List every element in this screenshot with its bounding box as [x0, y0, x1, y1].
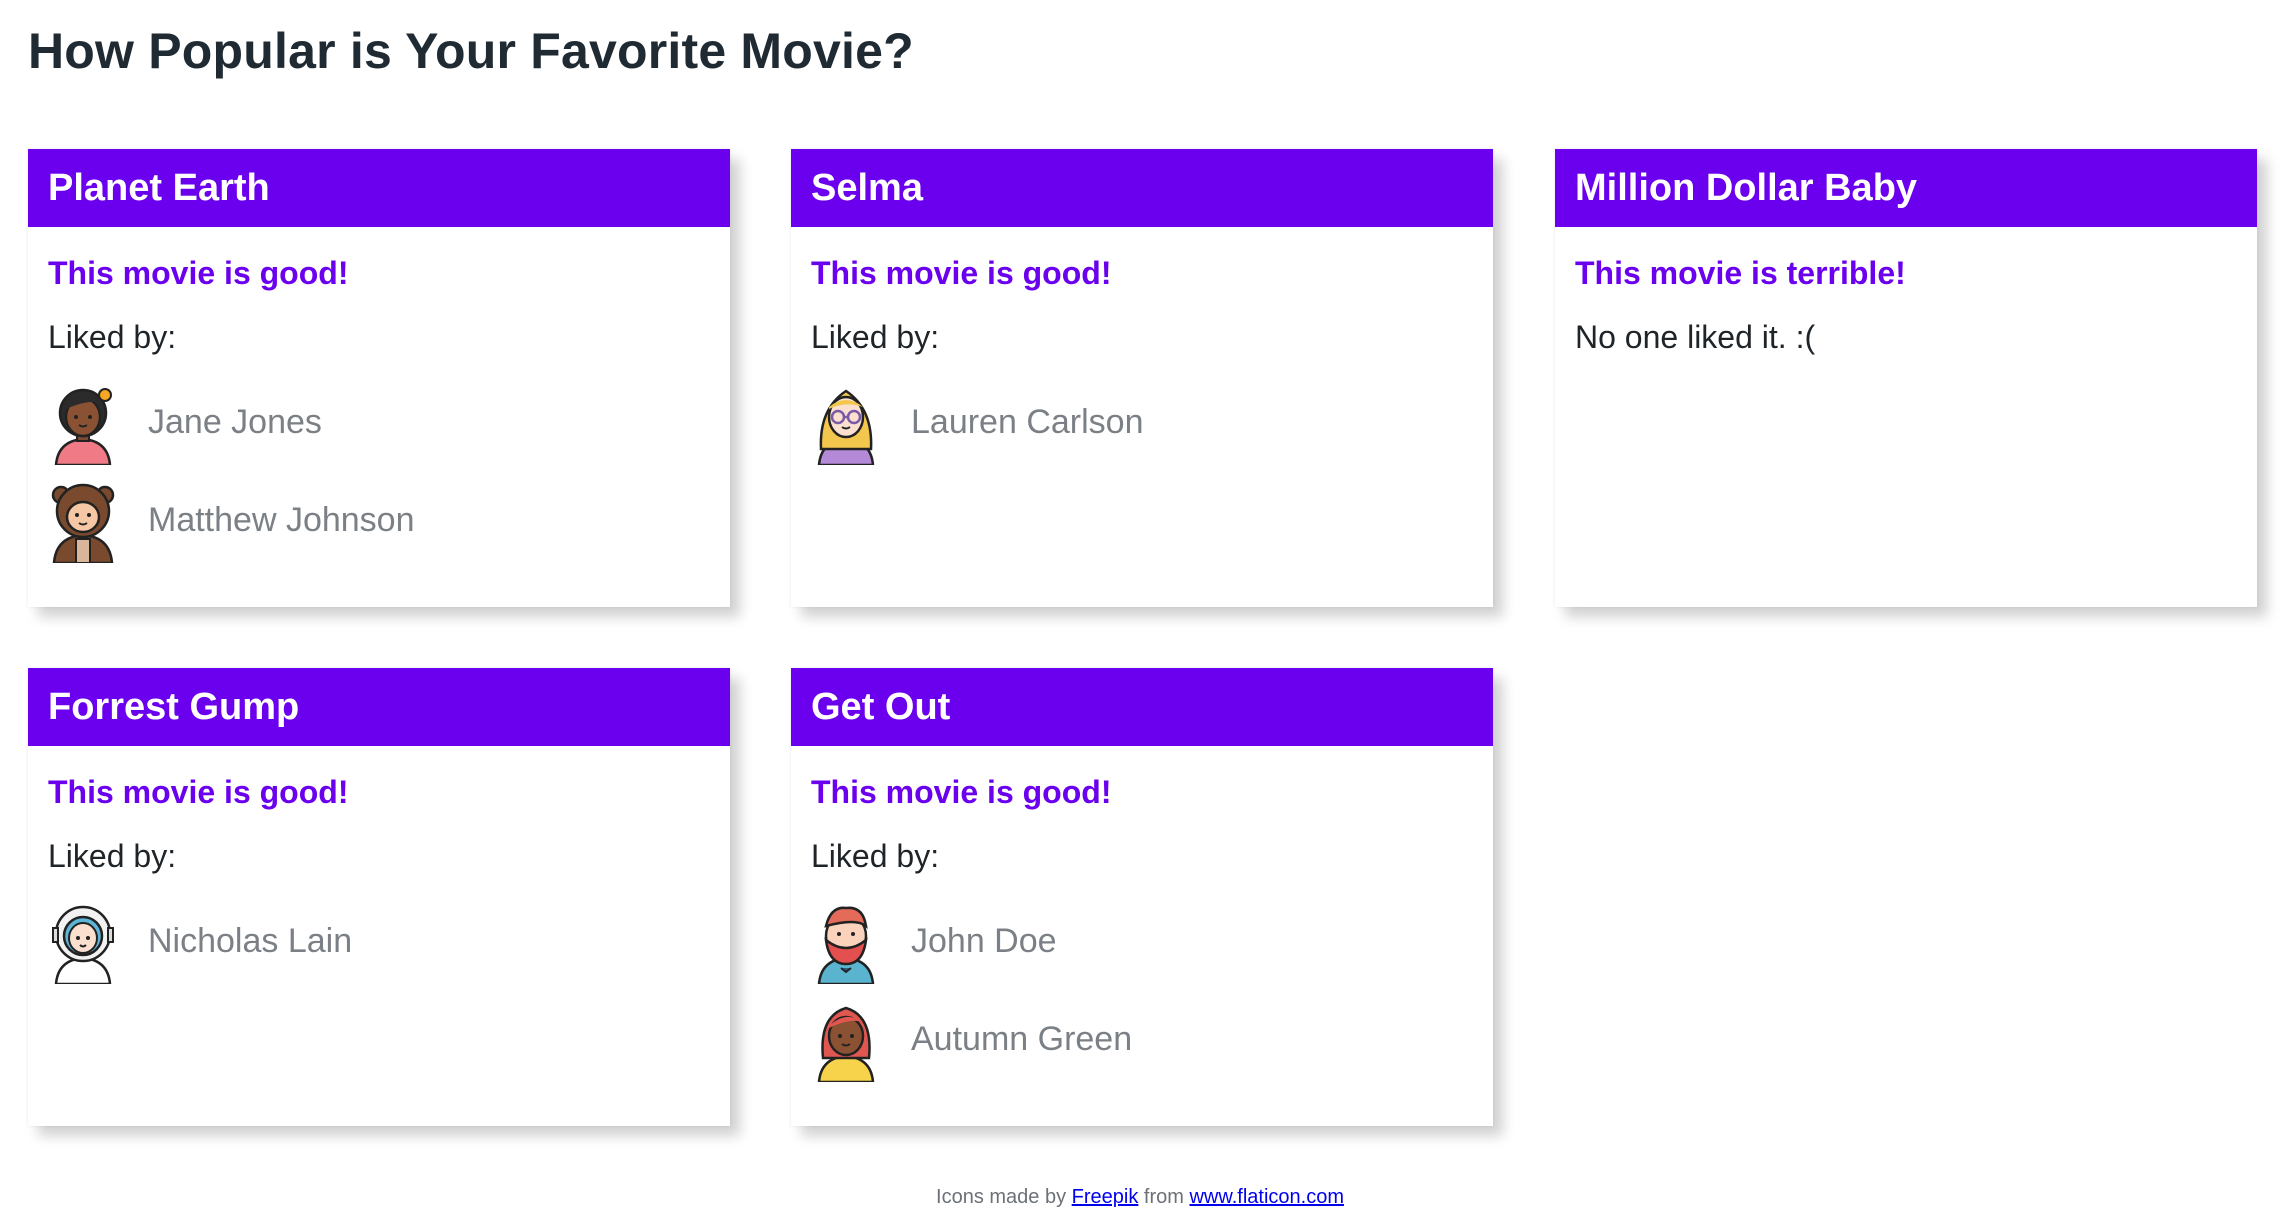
- movie-card-million-dollar-baby: Million Dollar Baby This movie is terrib…: [1555, 149, 2257, 607]
- liked-by-label: Liked by:: [48, 319, 177, 355]
- liker-name: Lauren Carlson: [911, 402, 1144, 441]
- attribution-middle: from: [1143, 1186, 1184, 1208]
- flaticon-link[interactable]: www.flaticon.com: [1189, 1186, 1344, 1208]
- movie-title: Million Dollar Baby: [1555, 149, 2257, 227]
- bear-costume-avatar-icon: [51, 483, 115, 563]
- movie-card-selma: Selma This movie is good! Liked by: Laur…: [791, 149, 1493, 607]
- freepik-link[interactable]: Freepik: [1072, 1186, 1139, 1208]
- liker-name: Autumn Green: [911, 1019, 1133, 1058]
- liked-by-label: Liked by:: [811, 319, 940, 355]
- movie-card-get-out: Get Out This movie is good! Liked by: Jo…: [791, 668, 1493, 1126]
- no-likes-message: No one liked it. :(: [1575, 319, 1816, 355]
- movie-verdict: This movie is good!: [811, 255, 1112, 291]
- movie-verdict: This movie is good!: [48, 774, 349, 810]
- attribution-prefix: Icons made by: [936, 1186, 1067, 1208]
- movie-title: Planet Earth: [28, 149, 730, 227]
- astronaut-avatar-icon: [52, 905, 114, 984]
- blonde-glasses-avatar-icon: [817, 389, 875, 465]
- movie-card-forrest-gump: Forrest Gump This movie is good! Liked b…: [28, 668, 730, 1126]
- liker-item: Nicholas Lain: [28, 892, 730, 990]
- movie-title: Selma: [791, 149, 1493, 227]
- page-title: How Popular is Your Favorite Movie?: [28, 23, 914, 79]
- liker-item: John Doe: [791, 892, 1493, 990]
- movie-verdict: This movie is terrible!: [1575, 255, 1906, 291]
- liker-item: Jane Jones: [28, 373, 730, 471]
- woman-avatar-icon: [54, 388, 112, 465]
- woman-red-hair-avatar-icon: [817, 1006, 875, 1082]
- movie-title: Forrest Gump: [28, 668, 730, 746]
- movie-title: Get Out: [791, 668, 1493, 746]
- movie-verdict: This movie is good!: [48, 255, 349, 291]
- liked-by-label: Liked by:: [48, 838, 177, 874]
- liker-name: Nicholas Lain: [148, 921, 353, 960]
- liker-item: Autumn Green: [791, 990, 1493, 1088]
- liker-name: John Doe: [911, 921, 1057, 960]
- liker-item: Lauren Carlson: [791, 373, 1493, 471]
- bearded-man-avatar-icon: [817, 906, 875, 984]
- liker-name: Matthew Johnson: [148, 500, 415, 539]
- liker-name: Jane Jones: [148, 402, 322, 441]
- attribution-footer: Icons made by Freepik from www.flaticon.…: [0, 1186, 2280, 1209]
- movie-verdict: This movie is good!: [811, 774, 1112, 810]
- liked-by-label: Liked by:: [811, 838, 940, 874]
- movie-card-planet-earth: Planet Earth This movie is good! Liked b…: [28, 149, 730, 607]
- liker-item: Matthew Johnson: [28, 471, 730, 569]
